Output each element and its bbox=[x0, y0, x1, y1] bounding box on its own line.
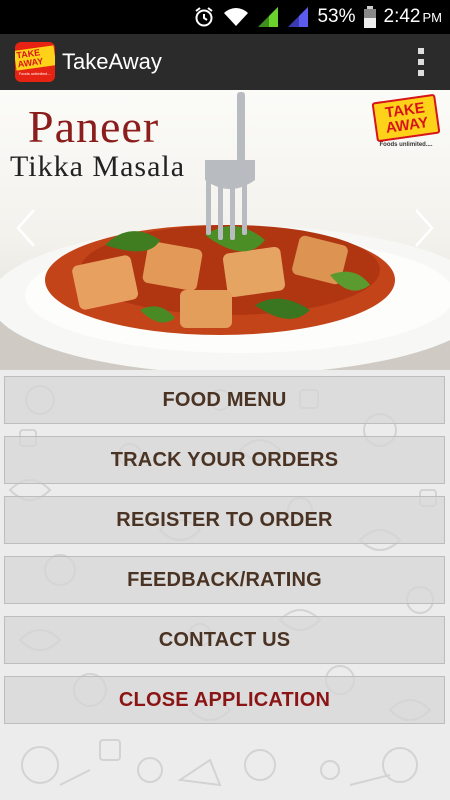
battery-icon bbox=[363, 6, 376, 28]
feedback-button[interactable]: FEEDBACK/RATING bbox=[4, 556, 445, 604]
main-menu: FOOD MENU TRACK YOUR ORDERS REGISTER TO … bbox=[0, 370, 450, 800]
food-menu-button[interactable]: FOOD MENU bbox=[4, 376, 445, 424]
alarm-icon bbox=[193, 6, 215, 28]
overflow-menu-icon[interactable] bbox=[418, 48, 424, 76]
track-orders-button[interactable]: TRACK YOUR ORDERS bbox=[4, 436, 445, 484]
previous-arrow-icon[interactable] bbox=[14, 208, 38, 248]
clock: 2:42 PM bbox=[383, 6, 442, 27]
app-logo[interactable]: TAKE AWAY Foods unlimited.... bbox=[15, 42, 55, 82]
contact-us-button[interactable]: CONTACT US bbox=[4, 616, 445, 664]
close-application-button[interactable]: CLOSE APPLICATION bbox=[4, 676, 445, 724]
brand-badge: TAKE AWAY Foods unlimited.... bbox=[371, 93, 441, 148]
app-title: TakeAway bbox=[62, 49, 162, 74]
dish-banner[interactable]: Paneer Tikka Masala TAKE AWAY Foods unli… bbox=[0, 90, 450, 370]
status-bar: 53% 2:42 PM bbox=[0, 0, 450, 34]
wifi-icon bbox=[223, 7, 249, 27]
battery-percent: 53% bbox=[317, 6, 356, 27]
action-bar: TAKE AWAY Foods unlimited.... TakeAway bbox=[0, 34, 450, 90]
next-arrow-icon[interactable] bbox=[412, 208, 436, 248]
dish-title: Paneer bbox=[28, 101, 160, 152]
signal-icon-2 bbox=[287, 6, 309, 28]
dish-subtitle: Tikka Masala bbox=[10, 150, 186, 183]
signal-icon bbox=[257, 6, 279, 28]
register-button[interactable]: REGISTER TO ORDER bbox=[4, 496, 445, 544]
